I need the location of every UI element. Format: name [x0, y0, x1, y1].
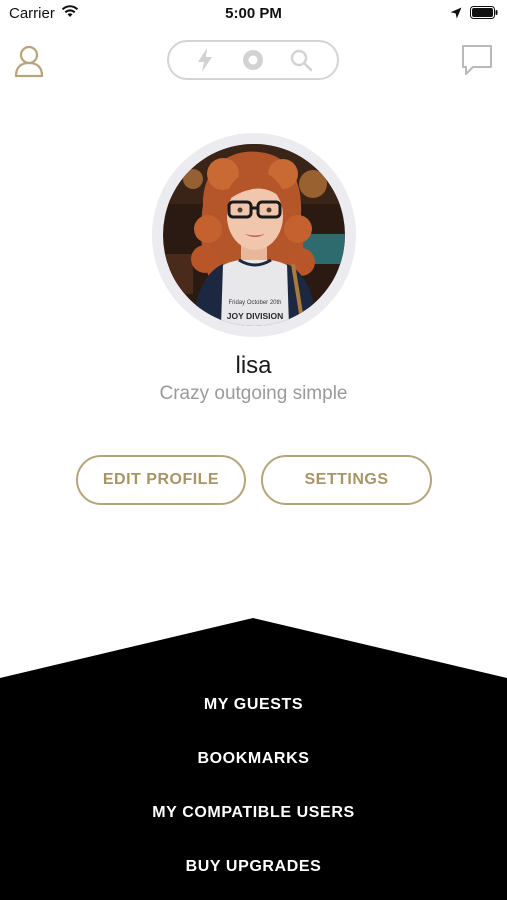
- menu-item-buy-upgrades[interactable]: BUY UPGRADES: [0, 858, 507, 876]
- top-nav: [0, 38, 507, 84]
- profile-name: lisa: [235, 352, 272, 379]
- avatar-ring: Friday October 20th JOY DIVISION: [152, 133, 356, 337]
- status-right: [450, 6, 498, 23]
- edit-profile-button[interactable]: EDIT PROFILE: [76, 455, 246, 505]
- settings-button[interactable]: SETTINGS: [261, 455, 432, 505]
- battery-icon: [470, 6, 498, 23]
- profile-icon: [14, 45, 44, 78]
- profile-tagline: Crazy outgoing simple: [159, 383, 348, 404]
- bottom-menu-panel: MY GUESTS BOOKMARKS MY COMPATIBLE USERS …: [0, 616, 507, 900]
- shirt-text-line1: Friday October 20th: [228, 300, 281, 306]
- nav-pill: [167, 40, 339, 80]
- profile-nav-button[interactable]: [13, 44, 45, 78]
- shirt-text-line2: JOY DIVISION: [227, 311, 284, 321]
- record-icon[interactable]: [240, 47, 266, 73]
- menu-item-my-compatible-users[interactable]: MY COMPATIBLE USERS: [0, 804, 507, 822]
- chat-icon: [462, 45, 492, 75]
- bolt-icon[interactable]: [192, 47, 218, 73]
- menu-item-my-guests[interactable]: MY GUESTS: [0, 696, 507, 714]
- status-bar: Carrier 5:00 PM: [0, 0, 507, 28]
- location-arrow-icon: [450, 6, 462, 23]
- status-time: 5:00 PM: [225, 5, 282, 22]
- search-icon[interactable]: [288, 47, 314, 73]
- avatar[interactable]: Friday October 20th JOY DIVISION: [163, 144, 345, 326]
- chat-nav-button[interactable]: [461, 44, 493, 76]
- menu-item-bookmarks[interactable]: BOOKMARKS: [0, 750, 507, 768]
